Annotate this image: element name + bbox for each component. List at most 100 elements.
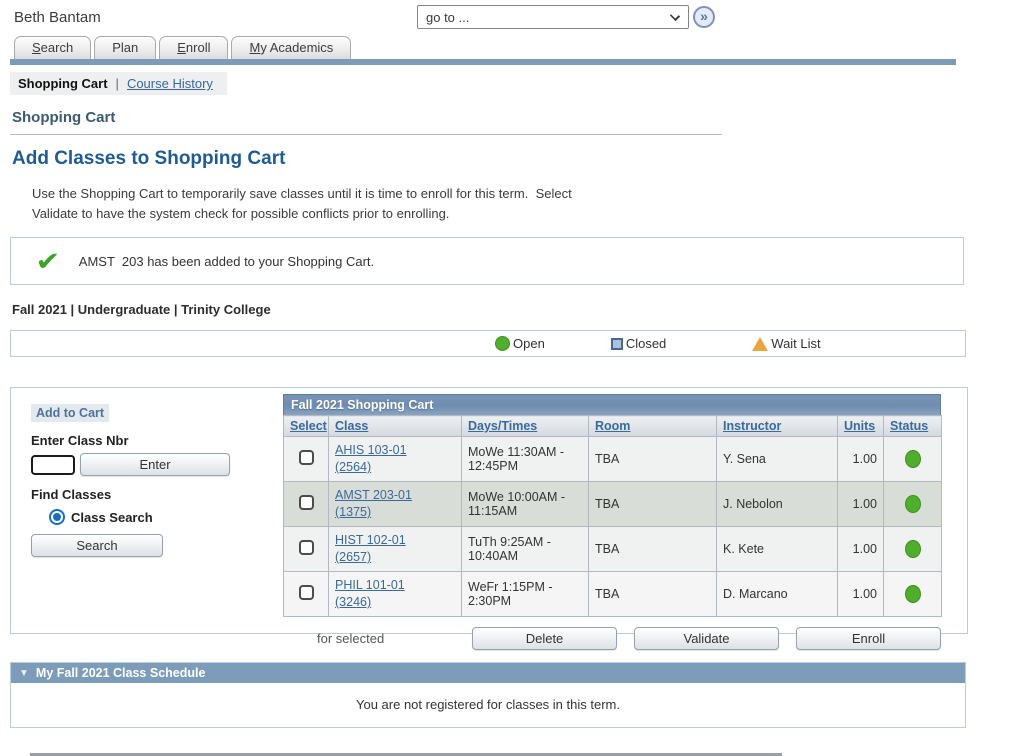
search-button[interactable]: Search: [31, 534, 163, 557]
tab-search-accesskey: S: [32, 40, 41, 55]
table-row: HIST 102-01(2657) TuTh 9:25AM - 10:40AM …: [284, 527, 942, 572]
double-chevron-icon: »: [700, 9, 708, 23]
add-to-cart-panel: Add to Cart Enter Class Nbr Enter Find C…: [31, 404, 276, 557]
breadcrumb: Shopping Cart | Course History: [10, 72, 227, 95]
success-message-box: ✔ AMST 203 has been added to your Shoppi…: [10, 237, 964, 285]
main-title: Add Classes to Shopping Cart: [12, 148, 1024, 170]
legend-closed-label: Closed: [626, 336, 666, 351]
days-times: TuTh 9:25AM - 10:40AM: [468, 535, 551, 563]
open-status-icon: [905, 450, 921, 468]
subnav-course-history-link[interactable]: Course History: [127, 76, 213, 91]
validate-button[interactable]: Validate: [634, 627, 779, 650]
cart-grid-title: Fall 2021 Shopping Cart: [283, 394, 941, 415]
waitlist-status-icon: [752, 337, 768, 351]
units: 1.00: [853, 587, 877, 601]
cart-grid-area: Fall 2021 Shopping Cart Select Class Day…: [283, 394, 941, 650]
enter-button[interactable]: Enter: [80, 453, 230, 476]
class-code: HIST 102-01: [335, 532, 455, 549]
class-schedule-title: My Fall 2021 Class Schedule: [36, 666, 206, 680]
row-checkbox[interactable]: [299, 540, 314, 555]
column-days-times[interactable]: Days/Times: [468, 419, 537, 433]
room: TBA: [595, 542, 619, 556]
tab-my-academics-label: y Academics: [260, 40, 333, 55]
instructor: J. Nebolon: [723, 497, 783, 511]
add-to-cart-label: Add to Cart: [31, 404, 109, 422]
page: Beth Bantam go to ... » Search Plan Enro…: [0, 0, 1024, 730]
delete-button[interactable]: Delete: [472, 627, 617, 650]
open-status-icon: [905, 540, 921, 558]
user-name: Beth Bantam: [14, 9, 101, 26]
top-header: Beth Bantam go to ... »: [0, 0, 1024, 36]
class-schedule-header[interactable]: ▼ My Fall 2021 Class Schedule: [11, 663, 965, 683]
column-status[interactable]: Status: [890, 419, 928, 433]
instructor: K. Kete: [723, 542, 764, 556]
table-row: PHIL 101-01(3246) WeFr 1:15PM - 2:30PM T…: [284, 572, 942, 617]
enroll-button[interactable]: Enroll: [796, 627, 941, 650]
instructor: Y. Sena: [723, 452, 766, 466]
success-message-text: AMST 203 has been added to your Shopping…: [79, 254, 374, 269]
class-code: AMST 203-01: [335, 487, 455, 504]
tab-enroll[interactable]: Enroll: [159, 36, 228, 59]
tab-my-academics[interactable]: My Academics: [231, 36, 351, 59]
goto-select[interactable]: go to ...: [417, 5, 689, 29]
status-legend: Open Closed Wait List: [10, 330, 966, 357]
chevron-down-icon: [670, 11, 680, 21]
checkmark-icon: ✔: [35, 250, 60, 272]
page-title: Shopping Cart: [12, 109, 1024, 126]
room: TBA: [595, 452, 619, 466]
days-times: WeFr 1:15PM - 2:30PM: [468, 580, 553, 608]
class-nbr: (2564): [335, 459, 455, 476]
tab-search[interactable]: Search: [14, 36, 91, 59]
open-status-icon: [905, 495, 921, 513]
legend-waitlist: Wait List: [752, 336, 820, 351]
class-link[interactable]: AMST 203-01(1375): [335, 487, 455, 521]
instructor: D. Marcano: [723, 587, 788, 601]
tab-enroll-label: nroll: [186, 40, 211, 55]
column-instructor[interactable]: Instructor: [723, 419, 781, 433]
legend-waitlist-label: Wait List: [771, 336, 820, 351]
divider: [10, 134, 722, 135]
tab-my-academics-accesskey: M: [249, 40, 260, 55]
column-units[interactable]: Units: [844, 419, 875, 433]
class-nbr-row: Enter: [31, 453, 276, 476]
units: 1.00: [853, 452, 877, 466]
tab-plan[interactable]: Plan: [94, 36, 156, 59]
class-search-label: Class Search: [71, 510, 153, 525]
go-button[interactable]: »: [693, 6, 715, 28]
open-status-icon: [905, 585, 921, 603]
room: TBA: [595, 587, 619, 601]
subnav-separator: |: [116, 76, 119, 91]
class-link[interactable]: PHIL 101-01(3246): [335, 577, 455, 611]
legend-closed: Closed: [611, 336, 666, 351]
class-search-radio-row: Class Search: [49, 509, 276, 525]
tab-search-label: earch: [41, 40, 74, 55]
class-link[interactable]: HIST 102-01(2657): [335, 532, 455, 566]
term-info: Fall 2021 | Undergraduate | Trinity Coll…: [12, 302, 1024, 317]
column-select[interactable]: Select: [290, 419, 327, 433]
room: TBA: [595, 497, 619, 511]
schedule-empty-message: You are not registered for classes in th…: [11, 683, 965, 727]
class-nbr: (2657): [335, 549, 455, 566]
column-class[interactable]: Class: [335, 419, 368, 433]
enter-class-nbr-label: Enter Class Nbr: [31, 433, 276, 448]
class-nbr-input[interactable]: [31, 455, 75, 475]
days-times: MoWe 11:30AM - 12:45PM: [468, 445, 564, 473]
units: 1.00: [853, 542, 877, 556]
shopping-cart-table: Select Class Days/Times Room Instructor …: [283, 415, 942, 617]
class-link[interactable]: AHIS 103-01(2564): [335, 442, 455, 476]
open-status-icon: [495, 336, 510, 351]
table-row: AMST 203-01(1375) MoWe 10:00AM - 11:15AM…: [284, 482, 942, 527]
class-code: PHIL 101-01: [335, 577, 455, 594]
column-room[interactable]: Room: [595, 419, 630, 433]
class-search-radio[interactable]: [49, 509, 65, 525]
tab-plan-label: Plan: [112, 40, 138, 55]
legend-open-label: Open: [513, 336, 545, 351]
collapse-triangle-icon: ▼: [19, 668, 29, 679]
class-nbr: (3246): [335, 594, 455, 611]
table-header-row: Select Class Days/Times Room Instructor …: [284, 416, 942, 437]
class-code: AHIS 103-01: [335, 442, 455, 459]
row-checkbox[interactable]: [299, 450, 314, 465]
row-checkbox[interactable]: [299, 495, 314, 510]
subnav-shopping-cart: Shopping Cart: [18, 76, 108, 91]
row-checkbox[interactable]: [299, 585, 314, 600]
